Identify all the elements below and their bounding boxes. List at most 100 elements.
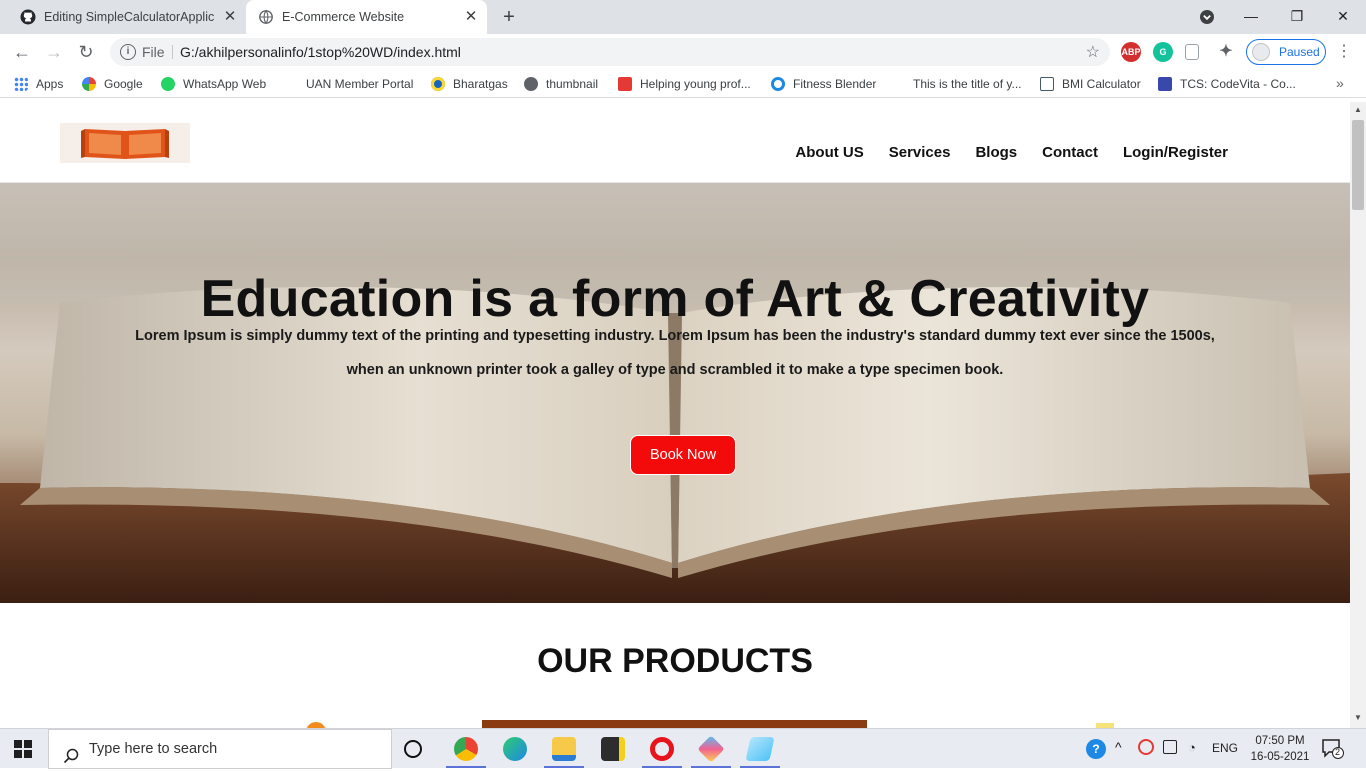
windows-taskbar: Type here to search ? ^ ◔ ENG 07:50 PM 1… [0,728,1366,769]
bookmark-title-page[interactable]: This is the title of y... [891,76,1021,92]
site-header: About US Services Blogs Contact Login/Re… [0,102,1350,183]
back-button[interactable]: ← [10,40,34,64]
close-tab-icon[interactable]: ✕ [222,9,238,25]
bookmark-apps[interactable]: Apps [14,76,63,92]
hero-banner: Education is a form of Art & Creativity … [0,183,1350,603]
edge-taskbar-icon[interactable] [503,737,527,761]
git-app-icon[interactable] [697,735,725,763]
opera-icon[interactable] [650,737,674,761]
bookmark-label: WhatsApp Web [183,77,267,91]
extensions-puzzle-icon[interactable]: ✦ [1216,42,1236,62]
page-viewport: About US Services Blogs Contact Login/Re… [0,102,1350,728]
reload-button[interactable]: ↻ [74,40,98,64]
nav-services[interactable]: Services [889,144,951,162]
show-hidden-icons-chevron-up-icon[interactable]: ^ [1115,739,1122,755]
wifi-icon[interactable]: ◔ [1188,740,1196,755]
blank-page-icon [891,77,905,91]
book-logo-icon[interactable] [60,123,190,163]
adblock-plus-icon[interactable]: ABP [1121,42,1141,62]
notification-center-icon[interactable]: 2 [1322,739,1344,759]
address-bar[interactable]: i File G:/akhilpersonalinfo/1stop%20WD/i… [110,38,1110,66]
bookmark-label: Helping young prof... [640,77,751,91]
search-icon [63,741,79,764]
notepad-app-icon[interactable] [745,737,775,761]
globe-icon [258,9,274,25]
browser-tab-ecommerce[interactable]: E-Commerce Website ✕ [246,0,487,34]
browser-tab-strip: Editing SimpleCalculatorApplicati ✕ E-Co… [0,0,1366,34]
beats-icon[interactable] [1138,739,1154,755]
close-tab-icon[interactable]: ✕ [463,9,479,25]
clock-date: 16-05-2021 [1250,751,1310,763]
bookmark-star-icon[interactable]: ☆ [1086,42,1100,62]
windows-start-icon[interactable] [14,740,32,758]
close-window-button[interactable]: ✕ [1331,4,1355,28]
apps-grid-icon [14,77,28,91]
page-scrollbar[interactable]: ▲ ▼ [1350,102,1366,728]
ux-icon [618,77,632,91]
bookmarks-bar: Apps Google WhatsApp Web UAN Member Port… [0,70,1366,98]
taskbar-search-input[interactable]: Type here to search [48,729,392,769]
chrome-taskbar-icon[interactable] [454,737,478,761]
bookmark-whatsapp[interactable]: WhatsApp Web [161,76,266,92]
task-view-icon[interactable] [404,740,422,758]
github-icon [20,9,36,25]
scroll-down-icon[interactable]: ▼ [1354,714,1362,722]
product-image-center[interactable] [482,720,867,728]
bookmark-codevita[interactable]: TCS: CodeVita - Co... [1158,76,1296,92]
more-bookmarks-icon[interactable]: » [1336,75,1344,91]
divider [172,45,173,59]
hero-description: Lorem Ipsum is simply dummy text of the … [135,328,1215,378]
bookmark-google[interactable]: Google [82,76,143,92]
search-placeholder: Type here to search [89,741,218,757]
scroll-up-icon[interactable]: ▲ [1354,106,1362,114]
info-icon[interactable]: i [120,44,136,60]
notification-count: 2 [1335,747,1341,757]
browser-tab-github[interactable]: Editing SimpleCalculatorApplicati ✕ [8,0,246,34]
forward-button[interactable]: → [42,40,66,64]
bookmark-thumbnail[interactable]: thumbnail [524,76,598,92]
products-heading: OUR PRODUCTS [537,642,813,680]
bookmark-fitness-blender[interactable]: Fitness Blender [771,76,876,92]
bookmark-label: TCS: CodeVita - Co... [1180,77,1296,91]
bookmark-bharatgas[interactable]: Bharatgas [431,76,508,92]
nav-about-us[interactable]: About US [795,144,863,162]
bookmark-label: UAN Member Portal [306,77,414,91]
calculator-icon [1040,77,1054,91]
clock-time: 07:50 PM [1255,735,1305,747]
restore-button[interactable]: ❐ [1285,4,1309,28]
bookmark-ux[interactable]: Helping young prof... [618,76,751,92]
whatsapp-icon [161,77,175,91]
globe-icon [524,77,538,91]
tab-title: E-Commerce Website [282,10,405,24]
open-book-background-image [0,183,1350,603]
fitness-blender-icon [771,77,785,91]
tab-search-button[interactable] [1198,8,1216,26]
meet-now-icon[interactable] [1163,740,1177,754]
chrome-menu-icon[interactable]: ⋮ [1336,41,1352,63]
grammarly-icon[interactable]: G [1153,42,1173,62]
profile-button[interactable]: Paused [1246,39,1326,65]
tcs-icon [1158,77,1172,91]
minimize-button[interactable]: — [1239,4,1263,28]
url-scheme: File [142,44,165,60]
nav-blogs[interactable]: Blogs [975,144,1017,162]
file-explorer-icon[interactable] [552,737,576,761]
language-indicator[interactable]: ENG [1212,741,1238,755]
book-now-button[interactable]: Book Now [630,435,736,475]
nav-login-register[interactable]: Login/Register [1123,144,1228,162]
new-tab-button[interactable]: + [498,6,520,28]
scrollbar-thumb[interactable] [1352,120,1364,210]
main-nav: About US Services Blogs Contact Login/Re… [770,144,1228,162]
taskbar-clock[interactable]: 07:50 PM 16-05-2021 [1246,733,1314,765]
help-icon[interactable]: ? [1086,739,1106,759]
google-icon [82,77,96,91]
nav-contact[interactable]: Contact [1042,144,1098,162]
bookmark-label: Apps [36,77,64,91]
bookmark-uan[interactable]: UAN Member Portal [284,76,413,92]
bharatgas-icon [431,77,445,91]
clipboard-extension-icon[interactable] [1185,44,1199,60]
url-text[interactable]: G:/akhilpersonalinfo/1stop%20WD/index.ht… [180,44,461,60]
avatar [1252,43,1270,61]
bookmark-bmi[interactable]: BMI Calculator [1040,76,1141,92]
sticky-notes-icon[interactable] [601,737,625,761]
